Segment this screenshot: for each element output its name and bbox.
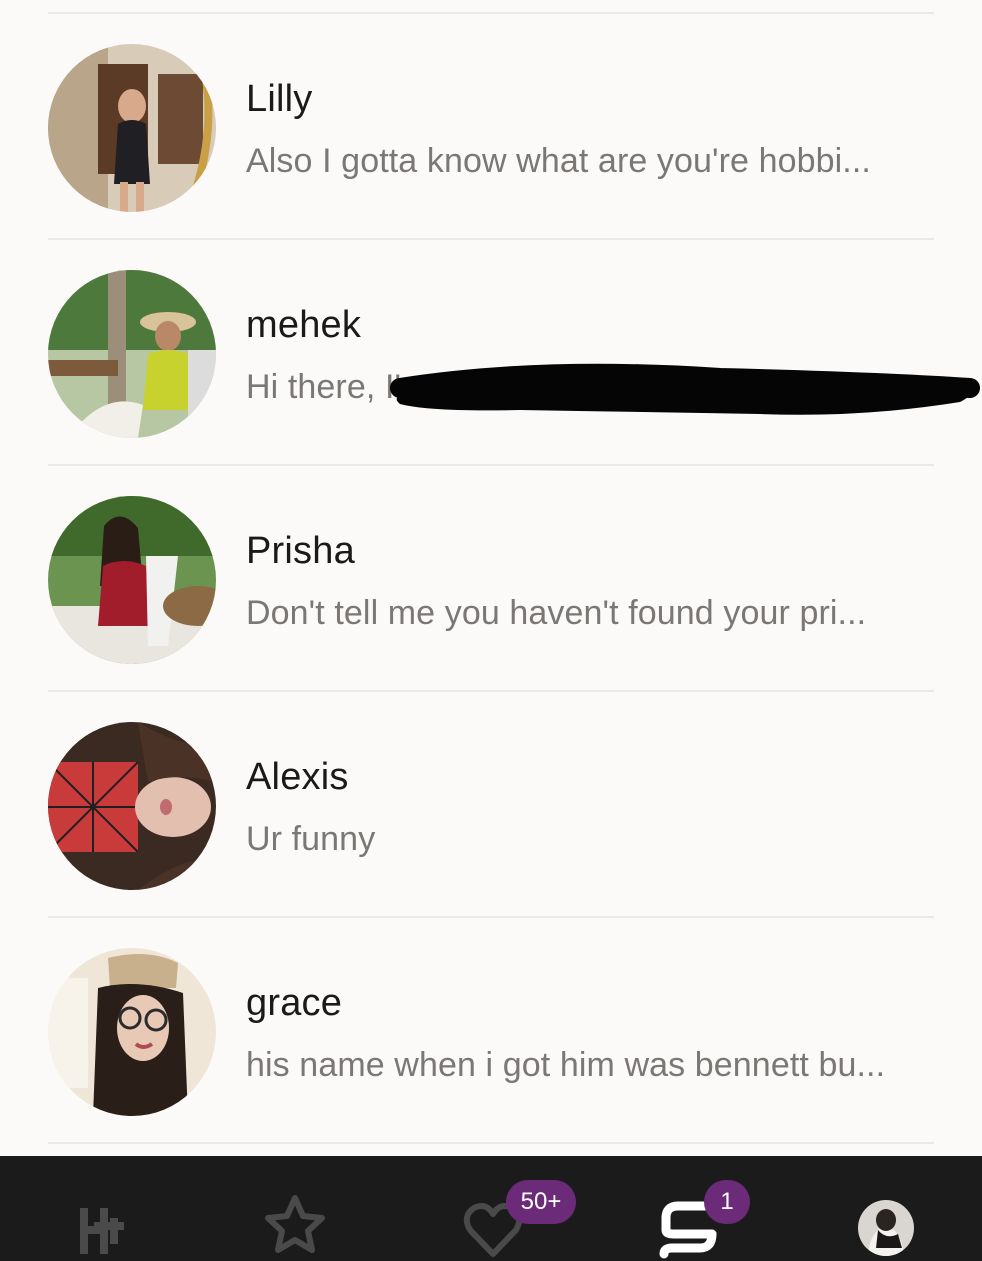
- hinge-logo-icon: [80, 1208, 124, 1254]
- star-icon: [265, 1195, 325, 1253]
- profile-avatar: [858, 1200, 914, 1256]
- nav-standouts[interactable]: [226, 1156, 366, 1261]
- conversation-name: grace: [246, 982, 343, 1024]
- bottom-nav-bar: 50+ 1: [0, 1156, 982, 1261]
- matches-screen: Lilly Also I gotta know what are you're …: [0, 0, 982, 1261]
- avatar[interactable]: [48, 44, 216, 212]
- conversation-name: Alexis: [246, 756, 349, 798]
- nav-profile[interactable]: [814, 1156, 954, 1261]
- avatar[interactable]: [48, 496, 216, 664]
- conversation-preview: his name when i got him was bennett bu..…: [246, 1046, 886, 1084]
- avatar[interactable]: [48, 270, 216, 438]
- conversation-row-prisha[interactable]: Prisha Don't tell me you haven't found y…: [48, 466, 934, 692]
- conversation-preview: Also I gotta know what are you're hobbi.…: [246, 142, 871, 180]
- conversation-name: Lilly: [246, 78, 313, 120]
- nav-likes[interactable]: 50+: [420, 1156, 576, 1261]
- avatar[interactable]: [48, 722, 216, 890]
- conversation-row-mehek[interactable]: mehek Hi there, I'm pursuing my CS...: [48, 240, 934, 466]
- conversation-name: mehek: [246, 304, 362, 346]
- conversation-row-grace[interactable]: grace his name when i got him was bennet…: [48, 918, 934, 1144]
- conversation-preview: Ur funny: [246, 820, 376, 858]
- nav-matches[interactable]: 1: [614, 1156, 754, 1261]
- conversation-row-alexis[interactable]: Alexis Ur funny: [48, 692, 934, 918]
- matches-count-badge: 1: [704, 1180, 750, 1224]
- avatar[interactable]: [48, 948, 216, 1116]
- redaction-scribble: [390, 363, 980, 415]
- likes-count-badge: 50+: [506, 1180, 576, 1224]
- conversation-row-lilly[interactable]: Lilly Also I gotta know what are you're …: [48, 14, 934, 240]
- conversation-name: Prisha: [246, 530, 355, 572]
- conversation-list: Lilly Also I gotta know what are you're …: [0, 14, 982, 1144]
- nav-home[interactable]: [34, 1156, 174, 1261]
- conversation-preview: Don't tell me you haven't found your pri…: [246, 594, 867, 632]
